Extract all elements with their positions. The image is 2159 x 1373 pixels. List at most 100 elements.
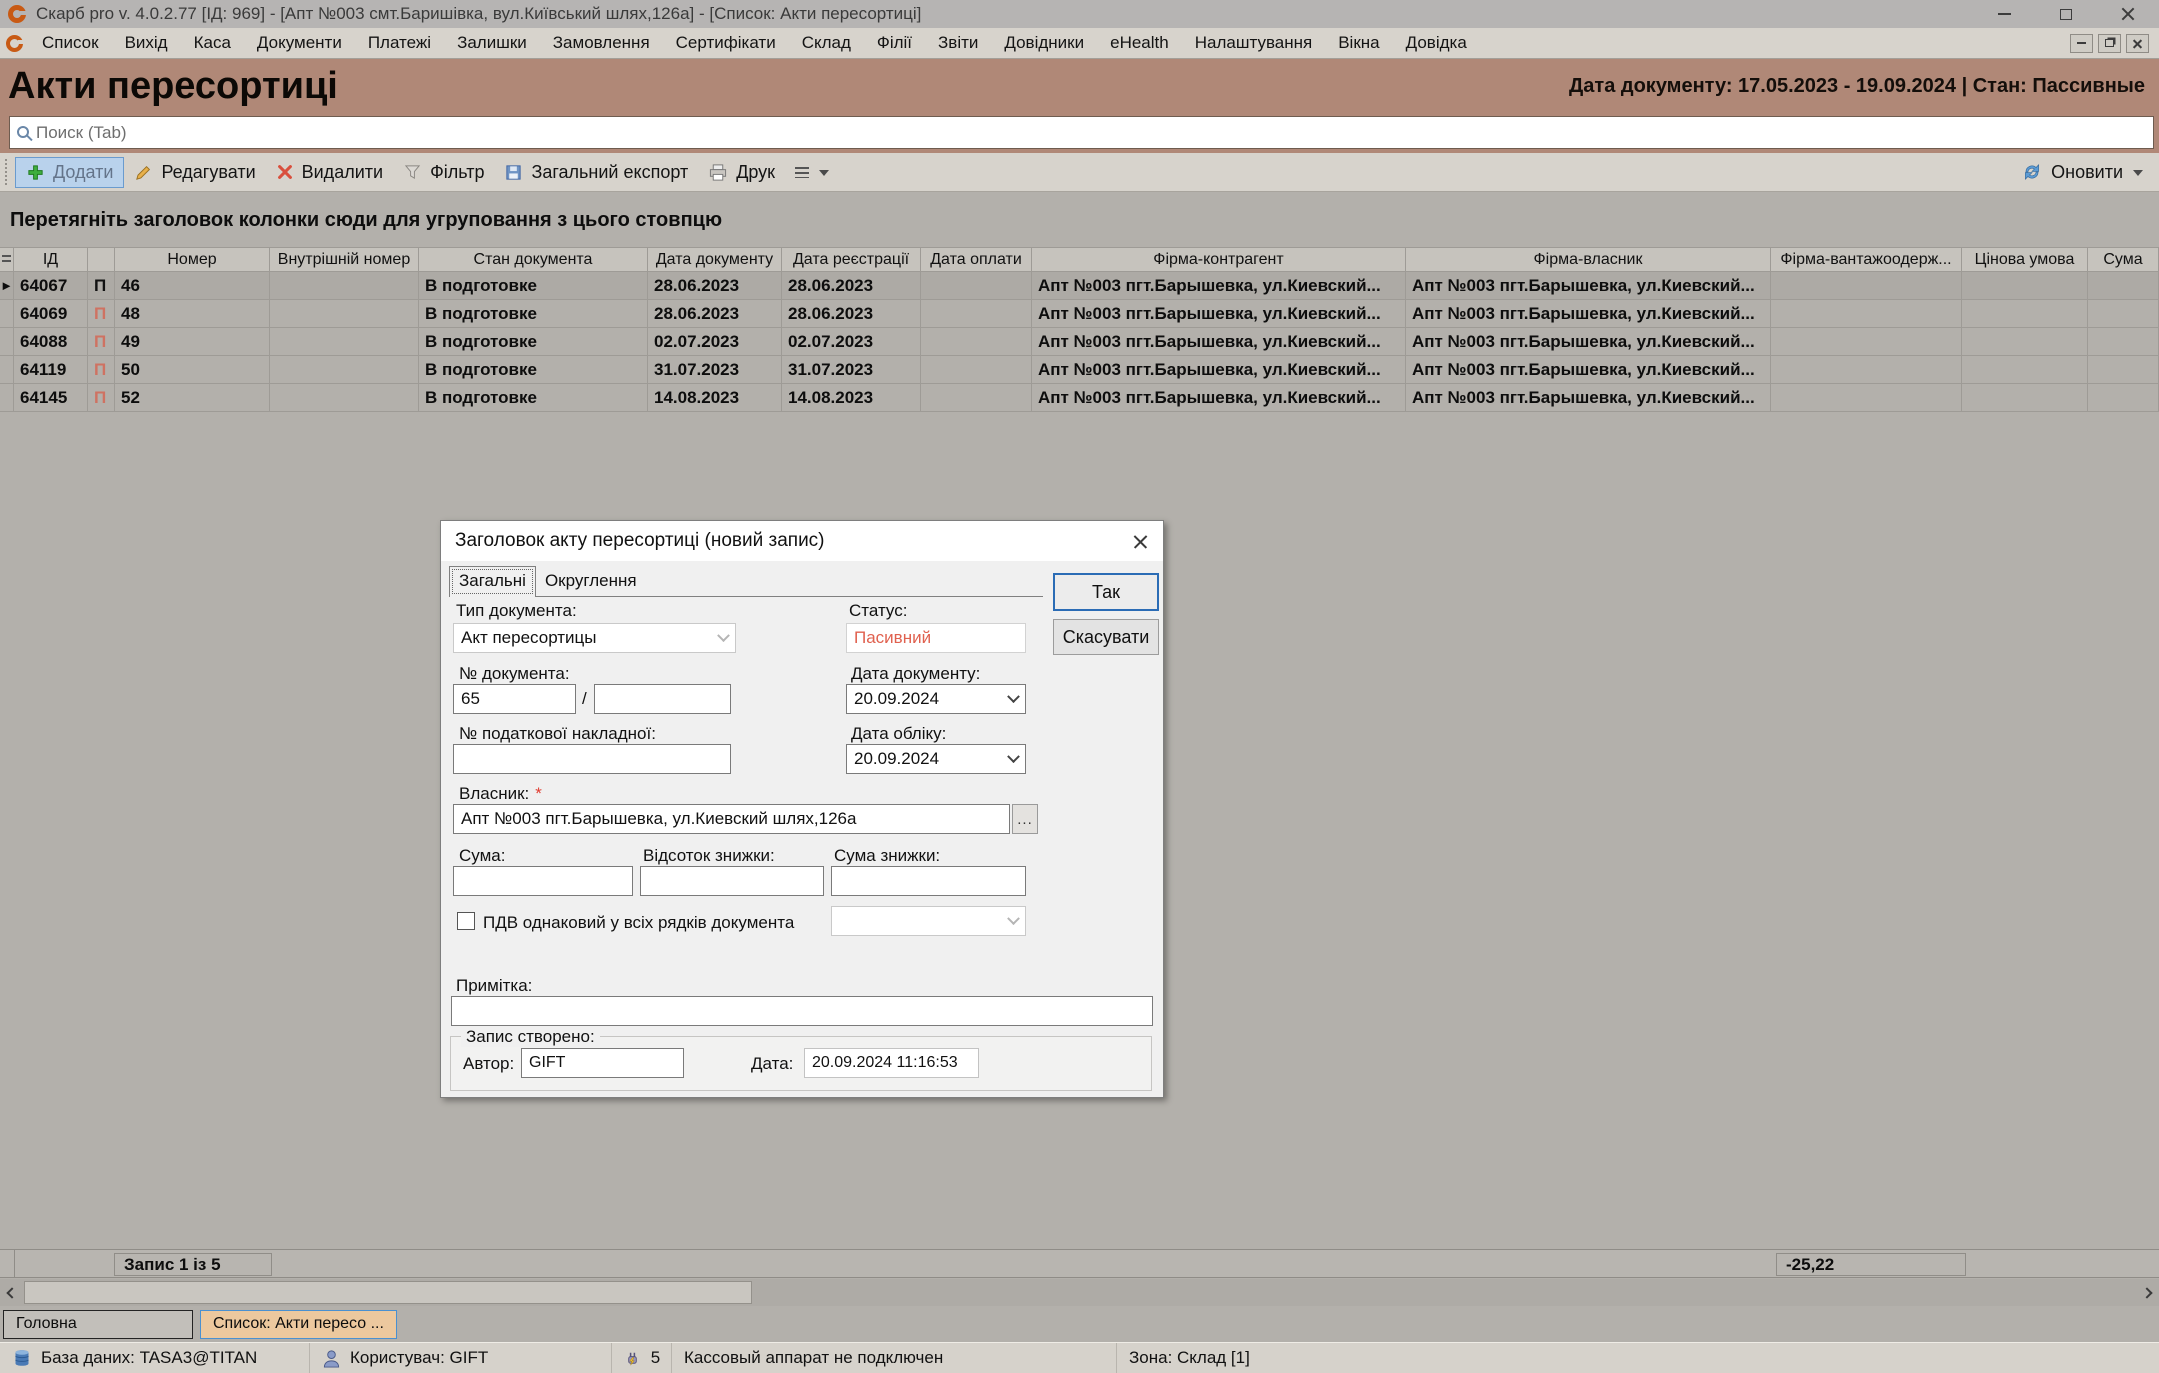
menu-item[interactable]: Склад xyxy=(789,33,864,53)
mdi-minimize-button[interactable] xyxy=(2070,34,2093,53)
refresh-icon xyxy=(2021,161,2043,183)
menu-item[interactable]: Філії xyxy=(864,33,925,53)
table-row[interactable]: ►64067П46В подготовке28.06.202328.06.202… xyxy=(0,272,2159,300)
cell-id: 64119 xyxy=(14,356,88,383)
floppy-icon xyxy=(504,163,523,182)
scrollbar-thumb[interactable] xyxy=(24,1281,752,1304)
column-header[interactable]: Сума xyxy=(2088,248,2159,271)
minimize-button[interactable] xyxy=(1973,0,2035,28)
column-header[interactable]: Внутрішній номер xyxy=(270,248,419,271)
tab-rounding[interactable]: Округлення xyxy=(536,567,646,596)
print-button[interactable]: Друк xyxy=(698,158,785,187)
column-header[interactable]: Дата оплати xyxy=(921,248,1032,271)
add-button[interactable]: Додати xyxy=(15,157,124,188)
window-tab[interactable]: Головна xyxy=(3,1310,193,1339)
ok-button[interactable]: Так xyxy=(1053,573,1159,611)
menu-item[interactable]: Сертифікати xyxy=(663,33,789,53)
tax-no-input[interactable] xyxy=(453,744,731,774)
doc-no-input[interactable] xyxy=(453,684,576,714)
search-box[interactable] xyxy=(9,116,2154,149)
export-button[interactable]: Загальний експорт xyxy=(494,158,698,187)
column-header[interactable]: Фірма-контрагент xyxy=(1032,248,1406,271)
cell-price_cond xyxy=(1962,356,2088,383)
cell-number: 50 xyxy=(115,356,270,383)
menu-item[interactable]: eHealth xyxy=(1097,33,1182,53)
delete-button[interactable]: Видалити xyxy=(266,158,393,187)
menu-item[interactable]: Звіти xyxy=(925,33,991,53)
scroll-right-button[interactable] xyxy=(2135,1279,2159,1306)
discount-pct-input[interactable] xyxy=(640,866,824,896)
window-tab-active[interactable]: Список: Акти пересо ... xyxy=(200,1310,397,1339)
column-header[interactable]: Фірма-власник xyxy=(1406,248,1771,271)
maximize-button[interactable] xyxy=(2035,0,2097,28)
owner-field[interactable]: Апт №003 пгт.Барышевка, ул.Киевский шлях… xyxy=(453,804,1010,834)
table-row[interactable]: 64145П52В подготовке14.08.202314.08.2023… xyxy=(0,384,2159,412)
dialog-title-bar: Заголовок акту пересортиці (новий запис) xyxy=(441,521,1163,561)
menu-item[interactable]: Налаштування xyxy=(1182,33,1326,53)
tab-general[interactable]: Загальні xyxy=(449,566,536,597)
scroll-left-button[interactable] xyxy=(0,1279,24,1306)
menu-item[interactable]: Документи xyxy=(244,33,355,53)
close-button[interactable] xyxy=(2097,0,2159,28)
mdi-close-icon xyxy=(2133,39,2142,48)
cell-price_cond xyxy=(1962,328,2088,355)
vat-checkbox[interactable] xyxy=(457,912,475,930)
owner-lookup-button[interactable]: ... xyxy=(1012,804,1038,834)
cell-id: 64069 xyxy=(14,300,88,327)
menu-item[interactable]: Довідники xyxy=(991,33,1097,53)
table-row[interactable]: 64088П49В подготовке02.07.202302.07.2023… xyxy=(0,328,2159,356)
row-selector-cell: ► xyxy=(0,272,14,299)
menu-bar: СписокВихідКасаДокументиПлатежіЗалишкиЗа… xyxy=(0,28,2159,59)
column-header[interactable]: Фірма-вантажоодерж... xyxy=(1771,248,1962,271)
refresh-chevron-down-icon xyxy=(2133,170,2143,176)
column-header[interactable]: Стан документа xyxy=(419,248,648,271)
doc-date-select[interactable]: 20.09.2024 xyxy=(846,684,1026,714)
column-header[interactable]: Цінова умова xyxy=(1962,248,2088,271)
cell-sum xyxy=(2088,300,2159,327)
column-header[interactable]: ІД xyxy=(14,248,88,271)
menu-item[interactable]: Залишки xyxy=(444,33,540,53)
cell-consignee xyxy=(1771,272,1962,299)
sum-input[interactable] xyxy=(453,866,633,896)
menu-item[interactable]: Вікна xyxy=(1325,33,1392,53)
record-counter: Запис 1 із 5 xyxy=(114,1253,272,1276)
menu-item[interactable]: Платежі xyxy=(355,33,444,53)
search-input[interactable] xyxy=(36,117,2153,148)
doc-type-select[interactable]: Акт пересортицы xyxy=(453,623,736,653)
column-header[interactable]: Дата реєстрації xyxy=(782,248,921,271)
refresh-button[interactable]: Оновити xyxy=(2021,161,2147,183)
column-header[interactable]: Дата документу xyxy=(648,248,782,271)
table-row[interactable]: 64069П48В подготовке28.06.202328.06.2023… xyxy=(0,300,2159,328)
window-controls xyxy=(1973,0,2159,28)
filter-button[interactable]: Фільтр xyxy=(393,158,494,187)
table-row[interactable]: 64119П50В подготовке31.07.202331.07.2023… xyxy=(0,356,2159,384)
discount-sum-input[interactable] xyxy=(831,866,1026,896)
column-header[interactable] xyxy=(88,248,115,271)
note-input[interactable] xyxy=(451,996,1153,1026)
cell-reg_date: 31.07.2023 xyxy=(782,356,921,383)
cancel-button[interactable]: Скасувати xyxy=(1053,619,1159,655)
vat-rate-select[interactable] xyxy=(831,906,1026,936)
menu-item[interactable]: Довідка xyxy=(1393,33,1480,53)
acc-date-select[interactable]: 20.09.2024 xyxy=(846,744,1026,774)
cell-internal xyxy=(270,356,419,383)
doc-no-suffix-input[interactable] xyxy=(594,684,731,714)
database-icon xyxy=(12,1348,32,1368)
cell-contragent: Апт №003 пгт.Барышевка, ул.Киевский... xyxy=(1032,328,1406,355)
columns-menu-button[interactable] xyxy=(785,163,843,182)
column-header[interactable]: Номер xyxy=(115,248,270,271)
discount-pct-label: Відсоток знижки: xyxy=(643,846,775,866)
menu-item[interactable]: Замовлення xyxy=(540,33,663,53)
edit-button[interactable]: Редагувати xyxy=(124,158,265,187)
statusbar-connection-count: 5 xyxy=(651,1348,660,1368)
author-field[interactable]: GIFT xyxy=(521,1048,684,1078)
group-by-hint: Перетягніть заголовок колонки сюди для у… xyxy=(10,209,722,232)
cell-sum xyxy=(2088,272,2159,299)
mdi-restore-button[interactable] xyxy=(2098,34,2121,53)
menu-item[interactable]: Вихід xyxy=(112,33,181,53)
menu-item[interactable]: Список xyxy=(29,33,112,53)
horizontal-scrollbar[interactable] xyxy=(0,1279,2159,1306)
mdi-close-button[interactable] xyxy=(2126,34,2149,53)
dialog-close-button[interactable] xyxy=(1117,521,1163,561)
menu-item[interactable]: Каса xyxy=(181,33,244,53)
